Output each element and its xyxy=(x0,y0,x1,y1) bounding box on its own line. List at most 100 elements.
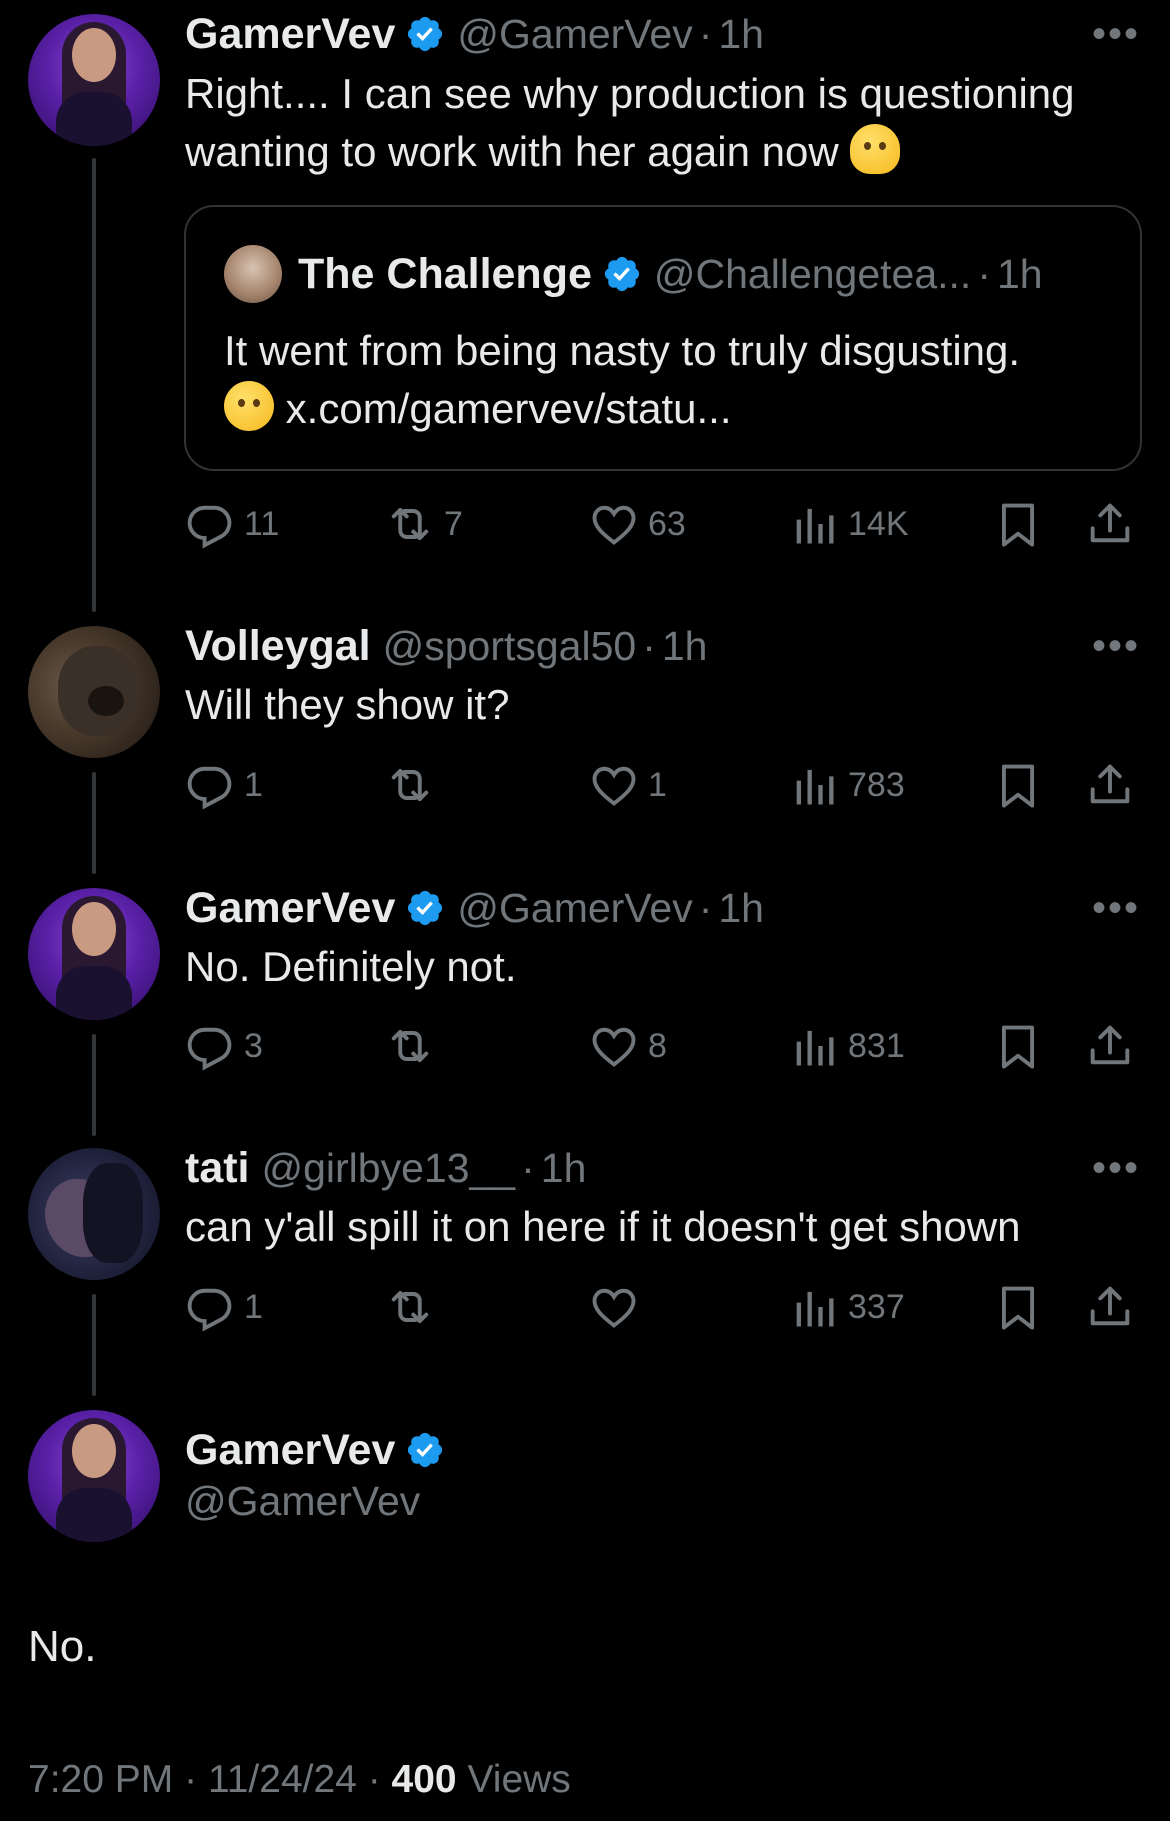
post-time[interactable]: 7:20 PM xyxy=(28,1758,173,1801)
quoted-link[interactable]: x.com/gamervev/statu... xyxy=(286,385,732,432)
separator-dot: · xyxy=(698,10,713,57)
reply-button[interactable]: 1 xyxy=(184,755,263,815)
more-options-icon[interactable]: ••• xyxy=(1092,1146,1140,1191)
avatar[interactable] xyxy=(28,1148,160,1280)
reply-count: 1 xyxy=(244,1287,263,1326)
share-icon xyxy=(1084,1281,1136,1333)
views-icon xyxy=(788,759,840,811)
handle[interactable]: @GamerVev xyxy=(457,885,692,932)
share-button[interactable] xyxy=(1084,1016,1136,1076)
views-icon xyxy=(788,498,840,550)
repost-icon xyxy=(384,1020,436,1072)
thread-line xyxy=(92,1034,96,1136)
views-icon xyxy=(788,1020,840,1072)
timestamp[interactable]: 1h xyxy=(718,11,764,58)
timestamp[interactable]: 1h xyxy=(541,1145,587,1192)
reply-button[interactable]: 3 xyxy=(184,1016,263,1076)
repost-icon xyxy=(384,498,436,550)
share-button[interactable] xyxy=(1084,755,1136,815)
tweet-actions: 3 8 831 xyxy=(184,1016,1144,1076)
quoted-header: The Challenge @Challengetea... · 1h xyxy=(298,244,1043,304)
reply-button[interactable]: 1 xyxy=(184,1277,263,1337)
like-icon xyxy=(588,1020,640,1072)
repost-button[interactable] xyxy=(384,1277,444,1337)
bookmark-button[interactable] xyxy=(992,494,1044,554)
verified-badge-icon xyxy=(405,1430,445,1470)
repost-icon xyxy=(384,759,436,811)
views-button[interactable]: 831 xyxy=(788,1016,905,1076)
repost-button[interactable]: 7 xyxy=(384,494,463,554)
handle[interactable]: @GamerVev xyxy=(457,11,692,58)
like-button[interactable] xyxy=(588,1277,648,1337)
share-button[interactable] xyxy=(1084,494,1136,554)
view-count: 337 xyxy=(848,1287,905,1326)
more-options-icon[interactable]: ••• xyxy=(1092,12,1140,57)
bookmark-button[interactable] xyxy=(992,1277,1044,1337)
display-name[interactable]: GamerVev xyxy=(185,10,395,59)
views-button[interactable]: 14K xyxy=(788,494,909,554)
like-button[interactable]: 63 xyxy=(588,494,686,554)
avatar[interactable] xyxy=(28,1410,160,1542)
like-button[interactable]: 1 xyxy=(588,755,667,815)
bookmark-icon xyxy=(992,1281,1044,1333)
handle[interactable]: @sportsgal50 xyxy=(383,623,637,670)
reply-count: 1 xyxy=(244,765,263,804)
display-name[interactable]: Volleygal xyxy=(185,622,371,671)
tweet-header: tati @girlbye13__ · 1h xyxy=(185,1138,586,1198)
post-date[interactable]: 11/24/24 xyxy=(208,1758,357,1801)
avatar[interactable] xyxy=(28,888,160,1020)
repost-button[interactable] xyxy=(384,1016,444,1076)
timestamp[interactable]: 1h xyxy=(662,623,708,670)
tweet-header: GamerVev @GamerVev · 1h xyxy=(185,878,764,938)
quoted-timestamp: 1h xyxy=(996,250,1043,297)
views-label: Views xyxy=(467,1758,571,1801)
reply-icon xyxy=(184,1020,236,1072)
like-count: 8 xyxy=(648,1026,667,1065)
handle[interactable]: @GamerVev xyxy=(185,1478,420,1525)
timestamp[interactable]: 1h xyxy=(718,885,764,932)
display-name[interactable]: tati xyxy=(185,1144,250,1193)
tweet-header: GamerVev @GamerVev · 1h xyxy=(185,4,764,64)
handle[interactable]: @girlbye13__ xyxy=(262,1145,516,1192)
views-button[interactable]: 783 xyxy=(788,755,905,815)
verified-badge-icon xyxy=(602,254,642,294)
avatar[interactable] xyxy=(28,626,160,758)
like-icon xyxy=(588,1281,640,1333)
separator-dot: · xyxy=(367,1758,381,1801)
display-name[interactable]: GamerVev xyxy=(185,884,395,933)
reply-icon xyxy=(184,1281,236,1333)
more-options-icon[interactable]: ••• xyxy=(1092,624,1140,669)
separator-dot: · xyxy=(521,1144,535,1191)
tweet-actions: 11 7 63 14K xyxy=(184,494,1144,554)
quoted-tweet[interactable]: The Challenge @Challengetea... · 1h It w… xyxy=(184,205,1142,471)
verified-badge-icon xyxy=(405,14,445,54)
separator-dot: · xyxy=(642,622,656,669)
tweet-text-line: Right.... I can see why production is qu… xyxy=(185,70,1075,117)
separator-dot: · xyxy=(184,1758,198,1801)
quoted-display-name: The Challenge xyxy=(298,249,592,298)
share-icon xyxy=(1084,1020,1136,1072)
tweet-text: can y'all spill it on here if it doesn't… xyxy=(185,1203,1021,1250)
quoted-text: It went from being nasty to truly disgus… xyxy=(224,322,1020,438)
tweet-actions: 1 1 783 xyxy=(184,755,1144,815)
like-button[interactable]: 8 xyxy=(588,1016,667,1076)
reply-icon xyxy=(184,498,236,550)
tweet-text-line: wanting to work with her again now xyxy=(185,128,839,175)
bookmark-button[interactable] xyxy=(992,755,1044,815)
main-tweet-author: GamerVev xyxy=(185,1420,445,1480)
share-icon xyxy=(1084,759,1136,811)
share-button[interactable] xyxy=(1084,1277,1136,1337)
share-icon xyxy=(1084,498,1136,550)
more-options-icon[interactable]: ••• xyxy=(1092,886,1140,931)
bookmark-button[interactable] xyxy=(992,1016,1044,1076)
repost-button[interactable] xyxy=(384,755,444,815)
avatar[interactable] xyxy=(28,14,160,146)
tweet-header: Volleygal @sportsgal50 · 1h xyxy=(185,616,707,676)
views-icon xyxy=(788,1281,840,1333)
views-button[interactable]: 337 xyxy=(788,1277,905,1337)
quoted-text-line: It went from being nasty to truly disgus… xyxy=(224,327,1021,374)
reply-icon xyxy=(184,759,236,811)
reply-button[interactable]: 11 xyxy=(184,494,279,554)
like-count: 63 xyxy=(648,504,686,543)
display-name[interactable]: GamerVev xyxy=(185,1426,395,1475)
